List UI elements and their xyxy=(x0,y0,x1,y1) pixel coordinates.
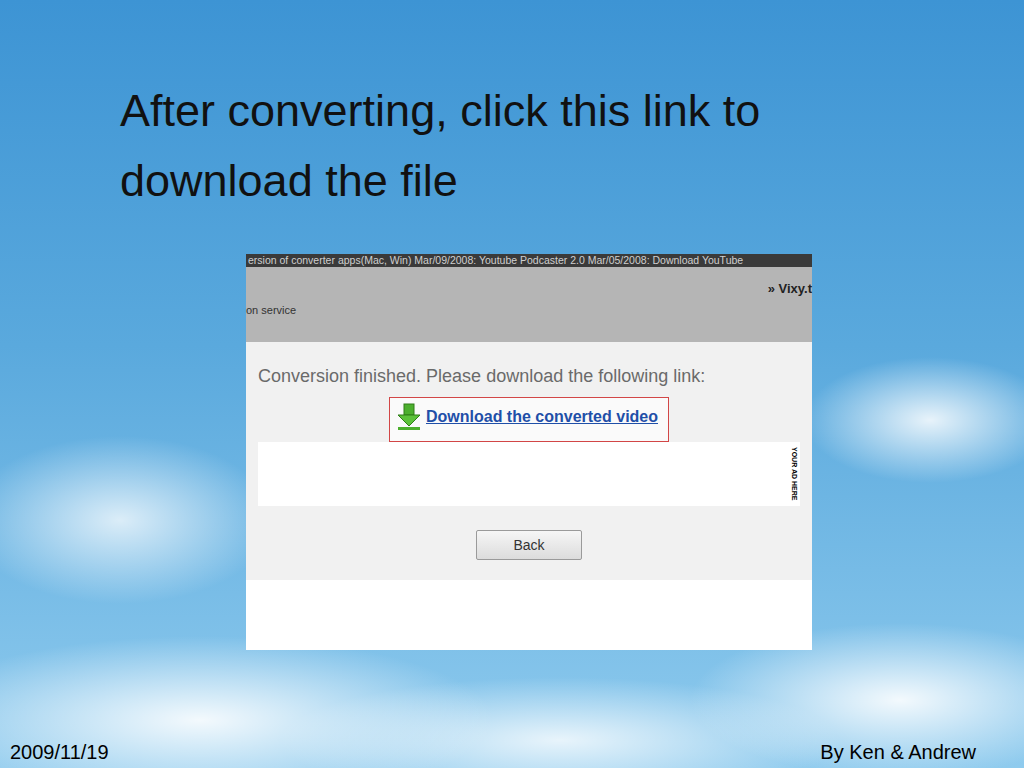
slide-footer: 2009/11/19 By Ken & Andrew xyxy=(0,741,1024,768)
slide-author: By Ken & Andrew xyxy=(820,741,976,764)
slide-date: 2009/11/19 xyxy=(10,741,109,764)
news-bar: ersion of converter apps(Mac, Win) Mar/0… xyxy=(246,254,812,267)
download-link[interactable]: Download the converted video xyxy=(426,408,658,426)
site-header: » Vixy.t on service xyxy=(246,267,812,342)
back-button[interactable]: Back xyxy=(476,530,582,560)
embedded-screenshot: ersion of converter apps(Mac, Win) Mar/0… xyxy=(246,254,812,650)
download-box: Download the converted video xyxy=(389,397,669,442)
slide: After converting, click this link to dow… xyxy=(0,0,1024,768)
slide-title: After converting, click this link to dow… xyxy=(0,0,1024,216)
service-label: on service xyxy=(246,304,812,316)
conversion-message: Conversion finished. Please download the… xyxy=(258,366,800,387)
site-link[interactable]: » Vixy.t xyxy=(768,281,812,296)
screenshot-bottom xyxy=(246,580,812,650)
ad-label: YOUR AD HERE xyxy=(791,447,798,500)
ad-box: YOUR AD HERE xyxy=(258,442,800,506)
download-arrow-icon xyxy=(396,403,422,431)
content-area: Conversion finished. Please download the… xyxy=(246,342,812,580)
